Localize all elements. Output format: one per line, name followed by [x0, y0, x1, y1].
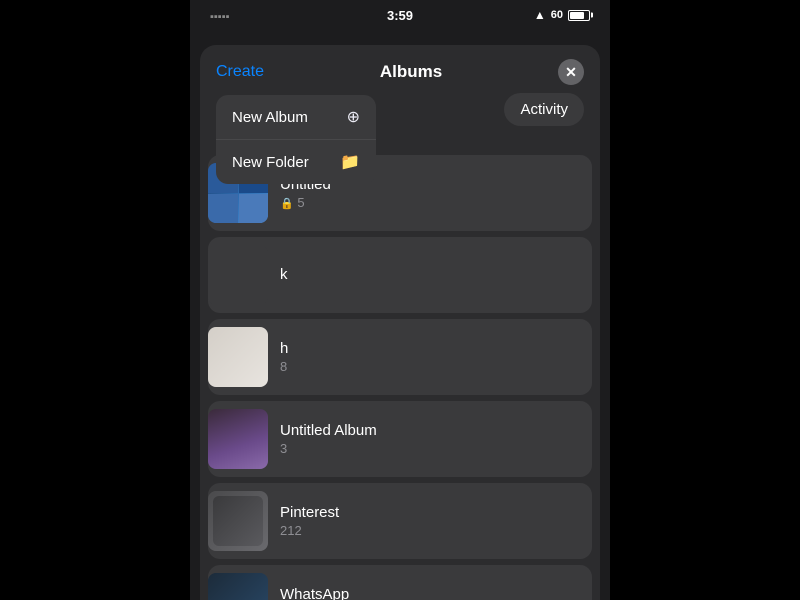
album-count: 🔒 5 — [280, 195, 580, 210]
album-info: h 8 — [280, 340, 580, 374]
folder-add-icon: 📁 — [340, 152, 360, 172]
albums-modal: Create Albums ✕ New Album ⊕ New Folder 📁… — [200, 45, 600, 600]
album-name: k — [280, 266, 580, 283]
album-name: Pinterest — [280, 504, 580, 521]
new-album-item[interactable]: New Album ⊕ — [216, 95, 376, 140]
album-add-icon: ⊕ — [347, 107, 360, 127]
status-right-icons: ▲ 60 — [534, 8, 590, 22]
album-info: WhatsApp 2,472 — [280, 586, 580, 600]
album-info: k — [280, 266, 580, 285]
album-count: 3 — [280, 441, 580, 456]
dropdown-menu: New Album ⊕ New Folder 📁 — [216, 95, 376, 184]
album-thumbnail — [208, 409, 268, 469]
album-count: 8 — [280, 359, 580, 374]
album-info: Untitled Album 3 — [280, 422, 580, 456]
new-folder-label: New Folder — [232, 154, 309, 171]
list-item[interactable]: k — [208, 237, 592, 313]
album-count: 212 — [280, 523, 580, 538]
new-folder-item[interactable]: New Folder 📁 — [216, 140, 376, 184]
album-thumbnail — [208, 245, 268, 305]
battery-icon — [568, 10, 590, 21]
activity-button[interactable]: Activity — [504, 93, 584, 126]
list-item[interactable]: Pinterest 212 — [208, 483, 592, 559]
list-item[interactable]: Untitled Album 3 — [208, 401, 592, 477]
albums-list: Untitled 🔒 5 k h — [200, 155, 600, 600]
album-thumbnail — [208, 573, 268, 600]
album-name: h — [280, 340, 580, 357]
close-button[interactable]: ✕ — [558, 59, 584, 85]
album-thumbnail — [208, 491, 268, 551]
album-name: Untitled Album — [280, 422, 580, 439]
new-album-label: New Album — [232, 109, 308, 126]
carrier-icon: ▪▪▪▪▪ — [210, 11, 230, 23]
battery-percent: 60 — [551, 9, 563, 21]
status-left-icons: ▪▪▪▪▪ — [210, 8, 230, 23]
album-name: WhatsApp — [280, 586, 580, 600]
create-button[interactable]: Create — [216, 63, 264, 81]
list-item[interactable]: h 8 — [208, 319, 592, 395]
status-time: 3:59 — [387, 8, 413, 23]
phone-screen: 3:59 ▪▪▪▪▪ ▲ 60 Create Albums ✕ New Albu… — [190, 0, 610, 600]
status-bar: 3:59 ▪▪▪▪▪ ▲ 60 — [190, 0, 610, 30]
modal-title: Albums — [380, 62, 442, 82]
album-thumbnail — [208, 327, 268, 387]
modal-header: Create Albums ✕ — [200, 45, 600, 85]
album-info: Pinterest 212 — [280, 504, 580, 538]
list-item[interactable]: WhatsApp 2,472 — [208, 565, 592, 600]
wifi-icon: ▲ — [534, 8, 546, 22]
